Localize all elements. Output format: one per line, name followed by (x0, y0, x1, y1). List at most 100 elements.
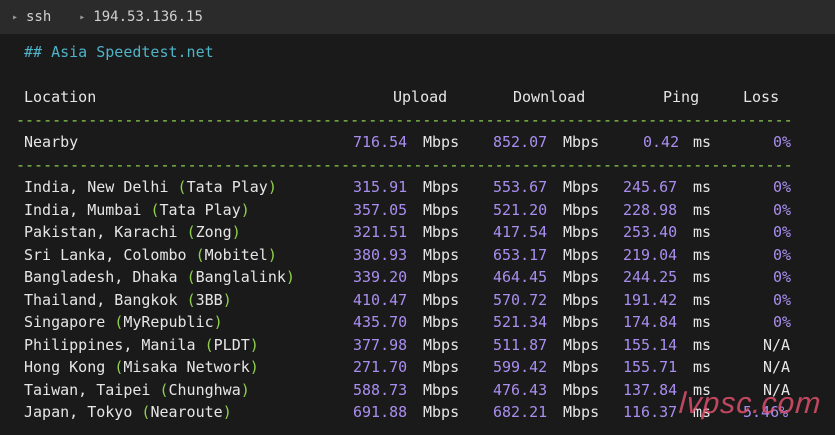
ping-value: 155.14 (623, 335, 678, 354)
download-unit: Mbps (563, 313, 600, 331)
chevron-right-icon[interactable]: ▸ (71, 12, 93, 23)
divider: ----------------------------------------… (16, 111, 794, 129)
loss-value: 0% (773, 313, 792, 331)
paren-open: ( (186, 268, 196, 286)
isp-name: Misaka Network (123, 358, 250, 376)
loss-value: 0% (773, 200, 792, 219)
breadcrumb-ssh[interactable]: ssh (26, 9, 51, 25)
download-unit: Mbps (563, 380, 600, 399)
chevron-right-icon[interactable]: ▸ (4, 12, 26, 23)
terminal-output[interactable]: ## Asia Speedtest.net Location Upload Do… (0, 34, 835, 435)
location-name: India, New Delhi (24, 178, 169, 196)
paren-close: ) (240, 380, 250, 399)
server-location: Hong Kong (Misaka Network) (24, 356, 259, 378)
ping-unit: ms (693, 245, 712, 264)
section-heading: ## Asia Speedtest.net (24, 43, 214, 61)
column-loss: Loss (743, 88, 780, 106)
ping-value: 174.84 (623, 313, 678, 331)
location-name: Hong Kong (24, 358, 106, 376)
location-name: India, Mumbai (24, 200, 142, 219)
isp-name: Mobitel (204, 245, 268, 264)
paren-close: ) (222, 290, 232, 309)
ping-unit: ms (693, 268, 712, 286)
ping-value: 191.42 (623, 290, 678, 309)
upload-unit: Mbps (423, 223, 460, 241)
download-unit: Mbps (563, 403, 600, 421)
upload-unit: Mbps (423, 178, 460, 196)
download-unit: Mbps (563, 223, 600, 241)
upload-value: 271.70 (353, 358, 408, 376)
isp-name: Zong (195, 223, 232, 241)
title-bar: ▸ ssh ▸ 194.53.136.15 (0, 0, 835, 35)
paren-open: ( (114, 358, 124, 376)
loss-value: 0% (773, 268, 792, 286)
loss-value: 0% (773, 178, 792, 196)
server-location: Bangladesh, Dhaka (Banglalink) (24, 266, 295, 288)
location-name: Bangladesh, Dhaka (24, 268, 178, 286)
paren-open: ( (186, 290, 196, 309)
location-name: Taiwan, Taipei (24, 380, 151, 399)
loss-value: N/A (763, 358, 791, 376)
upload-unit: Mbps (423, 313, 460, 331)
paren-open: ( (186, 223, 196, 241)
paren-close: ) (222, 403, 232, 421)
upload-value: 315.91 (353, 178, 408, 196)
paren-open: ( (195, 245, 205, 264)
paren-open: ( (114, 313, 124, 331)
paren-close: ) (267, 245, 277, 264)
download-unit: Mbps (563, 178, 600, 196)
upload-value: 691.88 (353, 403, 408, 421)
divider: ----------------------------------------… (16, 156, 794, 174)
paren-close: ) (213, 313, 223, 331)
ping-unit: ms (693, 178, 712, 196)
isp-name: PLDT (213, 335, 250, 354)
upload-unit: Mbps (423, 200, 460, 219)
loss-value: 0% (773, 245, 792, 264)
ping-value: 244.25 (623, 268, 678, 286)
paren-close: ) (249, 335, 259, 354)
ping-value: 155.71 (623, 358, 678, 376)
isp-name: Banglalink (195, 268, 286, 286)
server-location: Singapore (MyRepublic) (24, 311, 223, 333)
nearby-download-unit: Mbps (563, 133, 600, 151)
download-value: 682.21 (493, 403, 548, 421)
ping-value: 219.04 (623, 245, 678, 264)
loss-value: 0% (773, 223, 792, 241)
server-location: Pakistan, Karachi (Zong) (24, 221, 241, 243)
location-name: Philippines, Manila (24, 335, 196, 354)
download-unit: Mbps (563, 200, 600, 219)
download-unit: Mbps (563, 358, 600, 376)
nearby-upload: 716.54 (353, 133, 408, 151)
nearby-ping: 0.42 (643, 133, 680, 151)
nearby-location: Nearby (24, 133, 79, 151)
upload-value: 435.70 (353, 313, 408, 331)
column-location: Location (24, 88, 97, 106)
location-name: Sri Lanka, Colombo (24, 245, 187, 264)
upload-value: 380.93 (353, 245, 408, 264)
server-location: Taiwan, Taipei (Chunghwa) (24, 379, 250, 401)
isp-name: 3BB (195, 290, 223, 309)
isp-name: Tata Play (159, 200, 241, 219)
nearby-loss: 0% (773, 133, 792, 151)
loss-value: N/A (763, 335, 791, 354)
download-value: 653.17 (493, 245, 548, 264)
download-unit: Mbps (563, 335, 600, 354)
download-value: 476.43 (493, 380, 548, 399)
upload-unit: Mbps (423, 268, 460, 286)
download-value: 521.34 (493, 313, 548, 331)
nearby-download: 852.07 (493, 133, 548, 151)
column-upload: Upload (393, 88, 448, 106)
upload-value: 588.73 (353, 380, 408, 399)
isp-name: Chunghwa (168, 380, 241, 399)
paren-open: ( (204, 335, 214, 354)
isp-name: Nearoute (150, 403, 223, 421)
download-unit: Mbps (563, 268, 600, 286)
ping-unit: ms (693, 335, 712, 354)
ping-value: 137.84 (623, 380, 678, 399)
download-unit: Mbps (563, 290, 600, 309)
breadcrumb-host[interactable]: 194.53.136.15 (93, 9, 203, 25)
upload-value: 377.98 (353, 335, 408, 354)
location-name: Thailand, Bangkok (24, 290, 178, 309)
column-ping: Ping (663, 88, 700, 106)
server-location: India, Mumbai (Tata Play) (24, 199, 250, 221)
